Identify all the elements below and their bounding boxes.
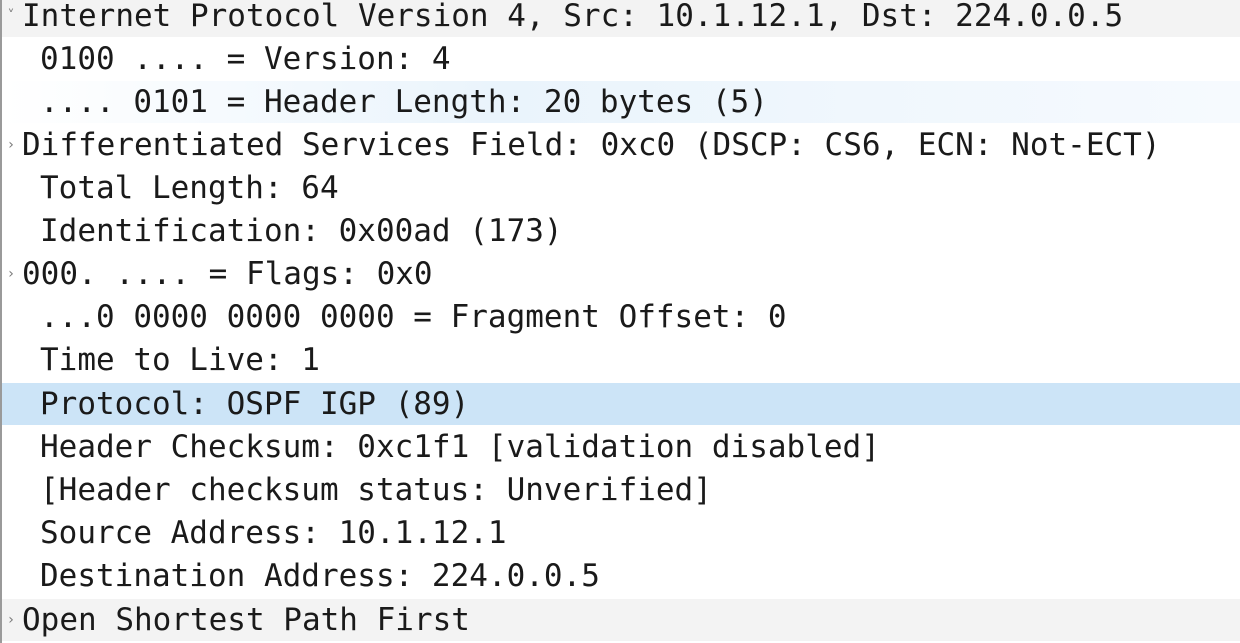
tree-item-version[interactable]: 0100 .... = Version: 4 [2, 38, 1240, 80]
tree-item-total-length[interactable]: Total Length: 64 [2, 167, 1240, 209]
tree-item-protocol[interactable]: Protocol: OSPF IGP (89) [2, 383, 1240, 425]
tree-item-ttl[interactable]: Time to Live: 1 [2, 339, 1240, 381]
tree-node-dsfield[interactable]: › Differentiated Services Field: 0xc0 (D… [2, 124, 1240, 166]
tree-item-label: Protocol: OSPF IGP (89) [40, 386, 470, 422]
tree-item-label: Total Length: 64 [40, 170, 339, 206]
tree-item-label: [Header checksum status: Unverified] [40, 472, 712, 508]
packet-details-tree: ˅ Internet Protocol Version 4, Src: 10.1… [0, 0, 1240, 643]
tree-item-fragment-offset[interactable]: ...0 0000 0000 0000 = Fragment Offset: 0 [2, 296, 1240, 338]
tree-item-label: ...0 0000 0000 0000 = Fragment Offset: 0 [40, 299, 787, 335]
chevron-right-icon[interactable]: › [2, 138, 20, 152]
tree-node-flags[interactable]: › 000. .... = Flags: 0x0 [2, 253, 1240, 295]
tree-item-checksum[interactable]: Header Checksum: 0xc1f1 [validation disa… [2, 426, 1240, 468]
tree-item-label: Identification: 0x00ad (173) [40, 213, 563, 249]
tree-item-label: Header Checksum: 0xc1f1 [validation disa… [40, 429, 880, 465]
tree-node-label: Internet Protocol Version 4, Src: 10.1.1… [22, 0, 1124, 34]
tree-item-label: Destination Address: 224.0.0.5 [40, 558, 600, 594]
tree-node-ipv4[interactable]: ˅ Internet Protocol Version 4, Src: 10.1… [2, 0, 1240, 37]
tree-item-source-address[interactable]: Source Address: 10.1.12.1 [2, 512, 1240, 554]
tree-item-label: 0100 .... = Version: 4 [40, 41, 451, 77]
tree-node-label: Open Shortest Path First [22, 602, 470, 638]
tree-item-header-length[interactable]: .... 0101 = Header Length: 20 bytes (5) [2, 81, 1240, 123]
tree-node-ospf[interactable]: › Open Shortest Path First [2, 599, 1240, 641]
tree-item-checksum-status[interactable]: [Header checksum status: Unverified] [2, 469, 1240, 511]
tree-item-destination-address[interactable]: Destination Address: 224.0.0.5 [2, 555, 1240, 597]
tree-item-label: Time to Live: 1 [40, 342, 320, 378]
chevron-right-icon[interactable]: › [2, 267, 20, 281]
chevron-right-icon[interactable]: › [2, 613, 20, 627]
tree-item-label: Source Address: 10.1.12.1 [40, 515, 507, 551]
chevron-down-icon[interactable]: ˅ [2, 9, 20, 23]
tree-item-label: .... 0101 = Header Length: 20 bytes (5) [40, 84, 768, 120]
tree-item-label: Differentiated Services Field: 0xc0 (DSC… [22, 127, 1161, 163]
tree-item-identification[interactable]: Identification: 0x00ad (173) [2, 210, 1240, 252]
tree-item-label: 000. .... = Flags: 0x0 [22, 256, 433, 292]
